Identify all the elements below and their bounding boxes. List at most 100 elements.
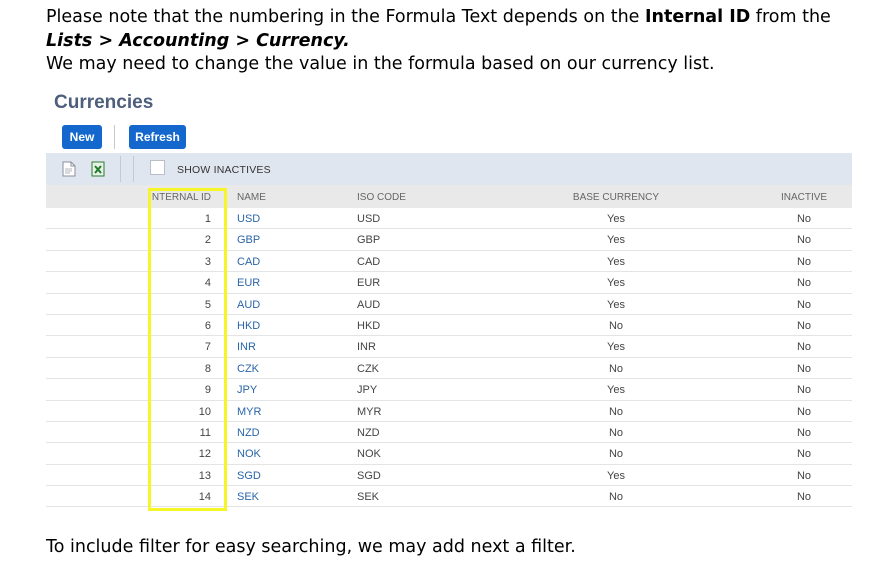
- cell-iso-code: CZK: [357, 362, 379, 375]
- cell-base-currency: Yes: [607, 213, 625, 225]
- document-icon[interactable]: [62, 161, 76, 177]
- cell-base-currency: Yes: [607, 255, 625, 268]
- cell-inactive: No: [796, 448, 812, 461]
- cell-internal-id: 2: [204, 234, 211, 247]
- cell-name-link[interactable]: NOK: [237, 448, 261, 460]
- cell-name-link[interactable]: USD: [237, 213, 260, 225]
- new-button[interactable]: New: [62, 125, 102, 149]
- column-header-name[interactable]: NAME: [237, 192, 266, 203]
- cell-inactive: No: [796, 213, 812, 225]
- cell-inactive: No: [796, 298, 812, 311]
- currency-table-body: 1 USD USD Yes No 2 GBP GBP Yes No 3 CAD CAD Yes No 4 EUR…: [46, 208, 852, 508]
- cell-base-currency: No: [608, 405, 624, 418]
- table-row[interactable]: 10 MYR MYR No No: [46, 401, 852, 422]
- table-row[interactable]: 5 AUD AUD Yes No: [46, 294, 852, 315]
- cell-iso-code: NZD: [357, 426, 380, 439]
- page-title: Currencies: [54, 92, 154, 113]
- cell-base-currency: Yes: [607, 469, 625, 482]
- toolbar-divider: [133, 156, 134, 182]
- cell-inactive: No: [796, 255, 812, 268]
- note-text: Please note that the numbering in the Fo…: [46, 7, 645, 27]
- instruction-paragraph-1: Please note that the numbering in the Fo…: [46, 6, 856, 53]
- table-row[interactable]: 2 GBP GBP Yes No: [46, 229, 852, 251]
- cell-internal-id: 4: [204, 277, 211, 290]
- cell-inactive: No: [796, 469, 812, 482]
- cell-inactive: No: [796, 491, 812, 504]
- table-header: INTERNAL ID NAME ISO CODE BASE CURRENCY …: [46, 185, 852, 208]
- note-text: from the: [750, 7, 831, 27]
- cell-base-currency: Yes: [607, 341, 625, 354]
- cell-inactive: No: [796, 405, 812, 418]
- cell-name-link[interactable]: SGD: [237, 470, 261, 482]
- cell-name-link[interactable]: HKD: [237, 320, 260, 332]
- cell-internal-id: 7: [204, 341, 211, 354]
- cell-internal-id: 5: [204, 298, 211, 311]
- cell-inactive: No: [796, 277, 812, 290]
- show-inactives-checkbox[interactable]: [150, 160, 165, 175]
- column-header-internal-id[interactable]: INTERNAL ID: [146, 192, 211, 203]
- refresh-button[interactable]: Refresh: [129, 125, 186, 149]
- cell-name-link[interactable]: SEK: [237, 491, 259, 503]
- table-row[interactable]: 4 EUR EUR Yes No: [46, 272, 852, 294]
- cell-name-link[interactable]: NZD: [237, 427, 260, 439]
- cell-name-link[interactable]: JPY: [237, 384, 257, 396]
- cell-base-currency: Yes: [607, 277, 625, 290]
- cell-inactive: No: [796, 319, 812, 332]
- table-row[interactable]: 7 INR INR Yes No: [46, 336, 852, 358]
- cell-iso-code: JPY: [357, 384, 378, 397]
- cell-base-currency: Yes: [607, 384, 625, 397]
- note-emphasis-menu-path: Lists > Accounting > Currency.: [46, 30, 350, 51]
- cell-name-link[interactable]: AUD: [237, 299, 260, 311]
- cell-internal-id: 6: [204, 319, 211, 332]
- button-divider: [114, 125, 115, 149]
- table-row[interactable]: 14 SEK SEK No No: [46, 486, 852, 508]
- table-row[interactable]: 1 USD USD Yes No: [46, 208, 852, 230]
- toolbar-divider: [120, 156, 121, 182]
- cell-internal-id: 14: [198, 491, 211, 504]
- cell-internal-id: 13: [198, 469, 211, 482]
- footer-text: To include filter for easy searching, we…: [46, 537, 576, 557]
- cell-base-currency: No: [608, 362, 624, 375]
- cell-name-link[interactable]: INR: [237, 341, 256, 353]
- excel-export-icon[interactable]: [91, 161, 105, 177]
- column-header-base-currency[interactable]: BASE CURRENCY: [566, 192, 666, 203]
- cell-internal-id: 10: [198, 405, 211, 418]
- cell-internal-id: 11: [199, 426, 211, 439]
- table-row[interactable]: 8 CZK CZK No No: [46, 358, 852, 380]
- cell-iso-code: AUD: [357, 298, 381, 311]
- cell-inactive: No: [796, 426, 812, 439]
- cell-base-currency: No: [608, 448, 624, 461]
- cell-internal-id: 8: [204, 362, 211, 375]
- cell-base-currency: Yes: [607, 234, 625, 247]
- column-header-inactive[interactable]: INACTIVE: [766, 192, 842, 203]
- table-row[interactable]: 3 CAD CAD Yes No: [46, 251, 852, 273]
- cell-base-currency: No: [608, 491, 624, 504]
- cell-iso-code: INR: [357, 341, 376, 354]
- table-row[interactable]: 9 JPY JPY Yes No: [46, 379, 852, 401]
- table-row[interactable]: 13 SGD SGD Yes No: [46, 465, 852, 487]
- cell-iso-code: SEK: [357, 491, 380, 504]
- cell-inactive: No: [796, 341, 812, 354]
- table-row[interactable]: 11 NZD NZD No No: [46, 422, 852, 444]
- cell-internal-id: 3: [204, 255, 211, 268]
- cell-iso-code: SGD: [357, 469, 381, 482]
- column-header-iso-code[interactable]: ISO CODE: [357, 192, 406, 203]
- cell-inactive: No: [796, 384, 812, 397]
- cell-iso-code: HKD: [357, 319, 381, 332]
- cell-name-link[interactable]: CAD: [237, 256, 260, 268]
- cell-name-link[interactable]: EUR: [237, 277, 260, 289]
- cell-inactive: No: [796, 234, 812, 247]
- instruction-text: Please note that the numbering in the Fo…: [46, 6, 856, 77]
- cell-name-link[interactable]: GBP: [237, 234, 260, 246]
- cell-iso-code: MYR: [357, 405, 382, 418]
- cell-iso-code: NOK: [357, 448, 381, 461]
- cell-name-link[interactable]: CZK: [237, 363, 259, 375]
- cell-internal-id: 9: [204, 384, 211, 397]
- cell-name-link[interactable]: MYR: [237, 406, 261, 418]
- table-row[interactable]: 12 NOK NOK No No: [46, 443, 852, 465]
- cell-iso-code: EUR: [357, 277, 381, 290]
- table-row[interactable]: 6 HKD HKD No No: [46, 315, 852, 337]
- cell-base-currency: No: [608, 426, 624, 439]
- cell-inactive: No: [796, 362, 812, 375]
- cell-base-currency: Yes: [607, 298, 625, 311]
